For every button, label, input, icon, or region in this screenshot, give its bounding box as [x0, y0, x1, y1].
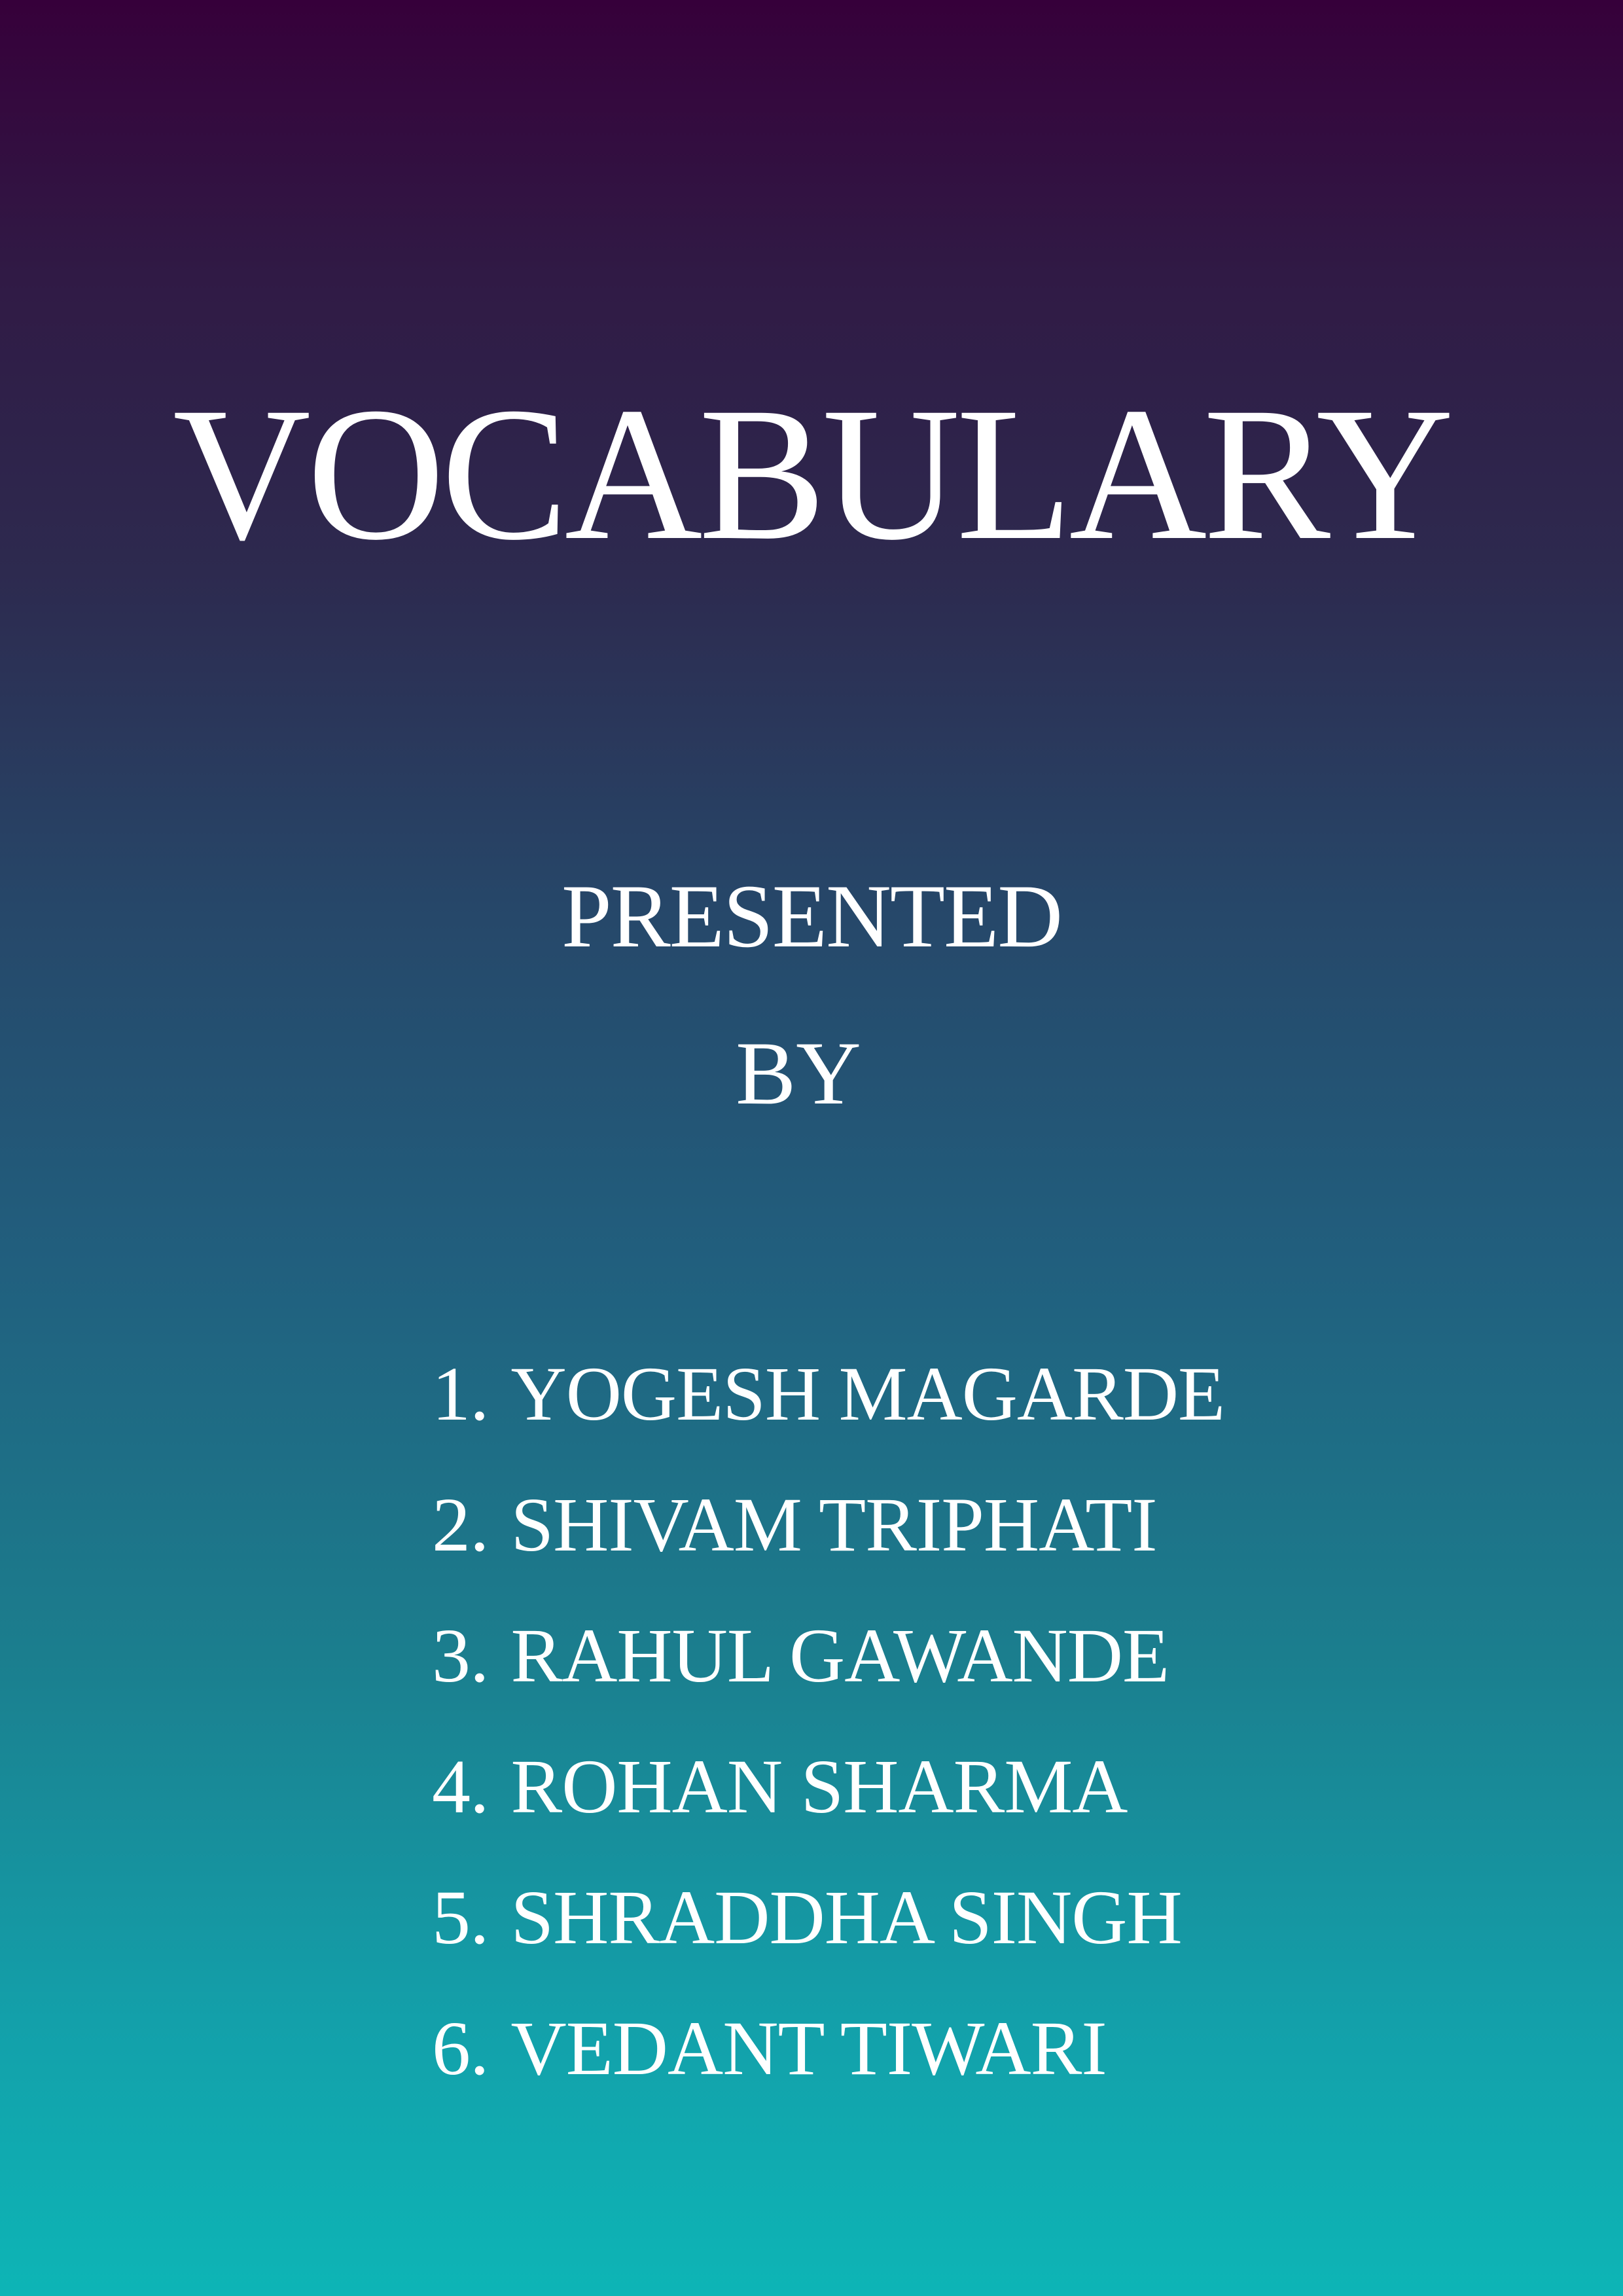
member-number: 1.: [432, 1351, 489, 1437]
list-item: 2. SHIVAM TRIPHATI: [432, 1460, 1224, 1590]
presented-label: PRESENTED: [561, 866, 1063, 966]
list-item: 1. YOGESH MAGARDE: [432, 1329, 1226, 1460]
member-number: 3.: [432, 1613, 489, 1698]
member-number: 5.: [432, 1874, 489, 1960]
list-item: 5. SHRADDHA SINGH: [432, 1852, 1224, 1983]
member-number: 2.: [432, 1482, 489, 1568]
by-label: BY: [736, 1023, 861, 1123]
list-item: 3. RAHUL GAWANDE: [432, 1590, 1224, 1721]
member-list: 1. YOGESH MAGARDE 2. SHIVAM TRIPHATI 3. RAH…: [432, 1329, 1226, 2114]
member-name: SHRADDHA SINGH: [510, 1874, 1183, 1960]
cover-page: VOCABULARY PRESENTED BY 1. YOGESH MAGARDE…: [0, 0, 1623, 2296]
member-name: YOGESH MAGARDE: [510, 1351, 1226, 1437]
member-name: ROHAN SHARMA: [510, 1744, 1128, 1829]
member-name: RAHUL GAWANDE: [510, 1613, 1170, 1698]
member-name: SHIVAM TRIPHATI: [510, 1482, 1158, 1568]
member-number: 4.: [432, 1744, 489, 1829]
member-number: 6.: [432, 2005, 489, 2091]
page-title: VOCABULARY: [173, 368, 1454, 580]
list-item: 4. ROHAN SHARMA: [432, 1721, 1224, 1852]
member-name: VEDANT TIWARI: [510, 2005, 1107, 2091]
list-item: 6. VEDANT TIWARI: [432, 1983, 1224, 2114]
